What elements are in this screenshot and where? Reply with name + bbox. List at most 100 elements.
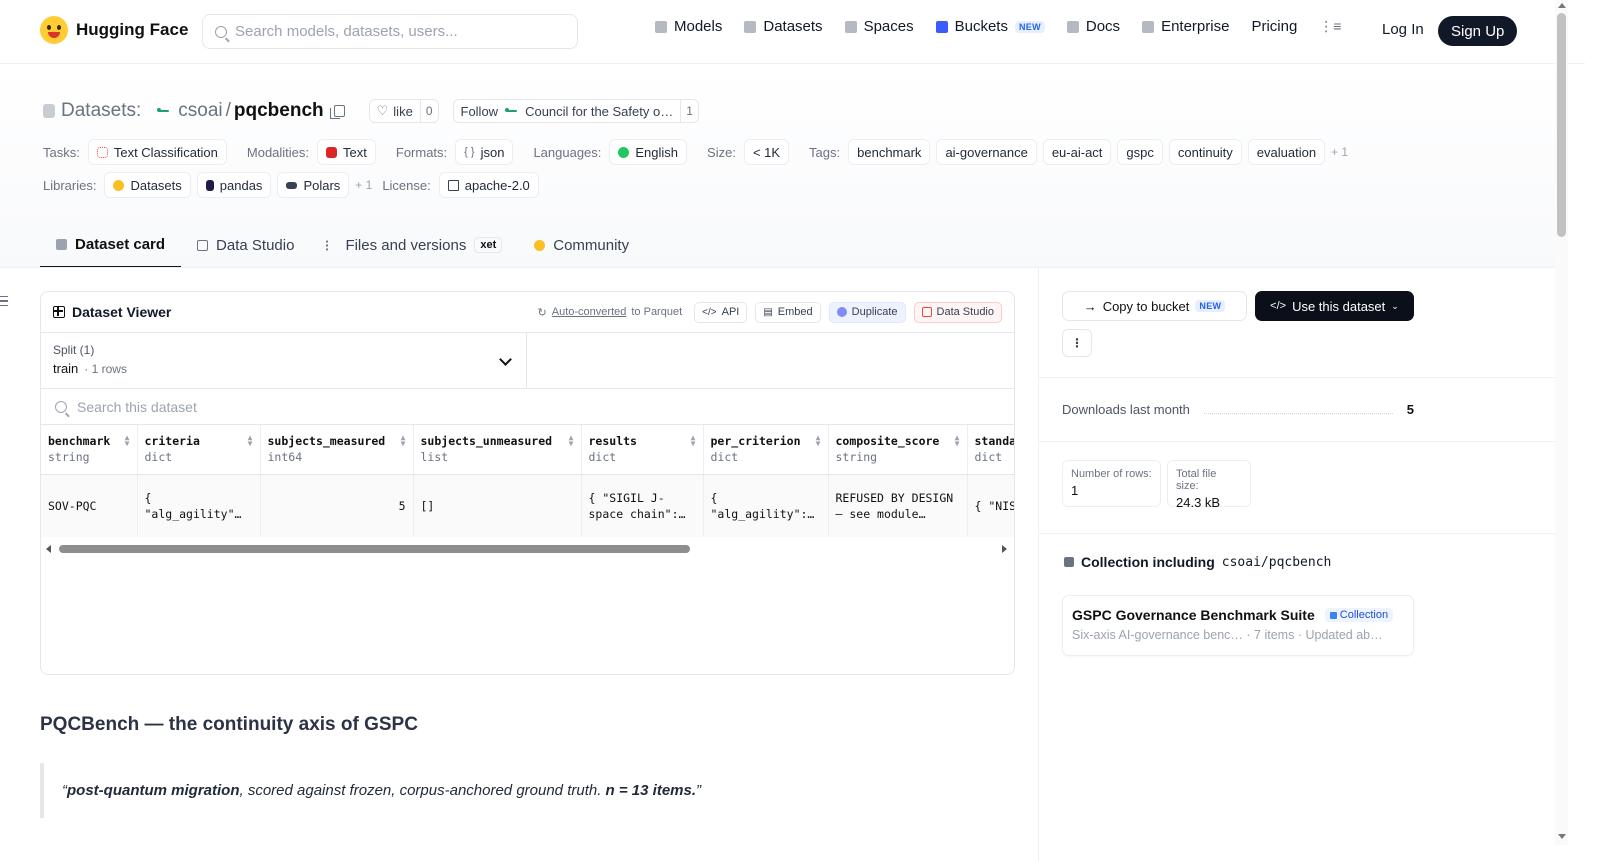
split-selector[interactable]: Split (1) train · 1 rows: [41, 333, 527, 388]
language-tag[interactable]: English: [609, 139, 688, 165]
more-menu-icon[interactable]: ⋮≡: [1319, 18, 1341, 35]
dataset-search-input[interactable]: Search this dataset: [41, 389, 1014, 425]
size-tag[interactable]: < 1K: [743, 139, 790, 165]
repo-type-link[interactable]: Datasets:: [61, 100, 141, 122]
scrollbar-thumb[interactable]: [59, 545, 690, 553]
tag-continuity[interactable]: continuity: [1168, 139, 1242, 165]
scroll-up-icon[interactable]: [1558, 3, 1566, 8]
column-header[interactable]: criteria dict ▲ ▼: [137, 425, 261, 475]
page-scrollbar[interactable]: [1555, 0, 1568, 845]
follow-button[interactable]: Follow Council for the Safety o… 1: [452, 99, 699, 123]
format-tag[interactable]: { } json: [455, 139, 514, 165]
tab-files-and-versions[interactable]: Files and versions xet: [310, 222, 518, 268]
tab-dataset-card[interactable]: Dataset card: [40, 222, 182, 268]
library-pandas[interactable]: pandas: [196, 172, 272, 198]
sort-icon[interactable]: ▲ ▼: [691, 434, 696, 448]
login-link[interactable]: Log In: [1382, 21, 1424, 38]
data-table-wrap: benchmark string ▲ ▼ criteria dict ▲ ▼ subject…: [41, 425, 1014, 537]
data-studio-button[interactable]: Data Studio: [913, 301, 1002, 323]
table-cell[interactable]: { "NIS "EdDSA: [967, 473, 1014, 537]
viewer-actions: ↻ Auto-converted to Parquet </> API ▤ Embed …: [538, 301, 1002, 323]
xet-badge: xet: [474, 237, 503, 253]
collection-card[interactable]: GSPC Governance Benchmark Suite Collecti…: [1062, 595, 1414, 656]
scroll-left-icon[interactable]: [46, 545, 51, 553]
sort-icon[interactable]: ▲ ▼: [248, 434, 253, 448]
license-tag[interactable]: apache-2.0: [438, 172, 539, 198]
table-cell[interactable]: SOV-PQC: [41, 473, 138, 537]
task-tag[interactable]: Text Classification: [87, 139, 227, 165]
data-studio-button-label: Data Studio: [936, 306, 994, 318]
data-studio-icon: [921, 307, 932, 317]
collection-meta: Six-axis AI-governance benc… · 7 items ·…: [1072, 628, 1404, 642]
embed-button[interactable]: ▤ Embed: [755, 301, 821, 323]
nav-buckets[interactable]: Buckets NEW: [935, 18, 1045, 35]
signup-button[interactable]: Sign Up: [1438, 16, 1518, 46]
tags-label: Tags:: [809, 144, 841, 160]
viewer-header: Dataset Viewer ↻ Auto-converted to Parquet…: [41, 292, 1014, 333]
nav-spaces[interactable]: Spaces: [844, 18, 914, 35]
tab-data-studio[interactable]: Data Studio: [181, 222, 310, 268]
duplicate-icon: [836, 307, 847, 317]
nav-datasets[interactable]: Datasets: [744, 18, 823, 35]
repo-owner-link[interactable]: csoai: [178, 100, 222, 122]
like-count: 0: [419, 100, 438, 122]
tag-benchmark[interactable]: benchmark: [848, 139, 931, 165]
tab-community[interactable]: Community: [518, 222, 645, 268]
nav-enterprise[interactable]: Enterprise: [1142, 18, 1229, 35]
column-header[interactable]: subjects_unmeasured list ▲ ▼: [413, 425, 582, 475]
sort-icon[interactable]: ▲ ▼: [401, 434, 406, 448]
column-header[interactable]: standa dict: [967, 425, 1014, 475]
column-header[interactable]: subjects_measured int64 ▲ ▼: [260, 425, 414, 475]
auto-converted-note: ↻ Auto-converted to Parquet: [538, 306, 683, 319]
column-type: string: [48, 450, 90, 464]
library-polars[interactable]: Polars: [277, 172, 350, 198]
tags-more[interactable]: + 1: [1331, 145, 1348, 159]
global-search-input[interactable]: Search models, datasets, users...: [202, 14, 578, 49]
file-size-value: 24.3 kB: [1176, 495, 1221, 510]
library-datasets[interactable]: Datasets: [104, 172, 191, 198]
repo-name[interactable]: pqcbench: [234, 100, 324, 122]
page-scrollbar-thumb[interactable]: [1557, 13, 1566, 237]
table-horizontal-scrollbar[interactable]: [41, 541, 1014, 557]
use-this-dataset-button[interactable]: </> Use this dataset ⌄: [1255, 291, 1414, 321]
tag-ai-governance[interactable]: ai-governance: [936, 139, 1037, 165]
table-cell[interactable]: { "SIGIL J-space chain":…: [581, 473, 704, 537]
column-header[interactable]: per_criterion dict ▲ ▼: [703, 425, 829, 475]
embed-button-label: Embed: [777, 306, 813, 318]
copy-to-bucket-button[interactable]: → Copy to bucket NEW: [1062, 291, 1247, 321]
duplicate-button[interactable]: Duplicate: [828, 301, 906, 323]
libraries-more[interactable]: + 1: [355, 178, 372, 192]
table-cell[interactable]: REFUSED BY DESIGN — see module…: [828, 473, 968, 537]
sort-icon[interactable]: ▲ ▼: [569, 434, 574, 448]
modality-tag[interactable]: Text: [317, 139, 376, 165]
scroll-right-icon[interactable]: [1002, 545, 1007, 553]
tag-eu-ai-act[interactable]: eu-ai-act: [1042, 139, 1112, 165]
auto-converted-link[interactable]: Auto-converted: [552, 306, 627, 318]
nav-models[interactable]: Models: [655, 18, 722, 35]
column-header[interactable]: composite_score string ▲ ▼: [828, 425, 968, 475]
sort-icon[interactable]: ▲ ▼: [816, 434, 821, 448]
table-cell[interactable]: { "alg_agility"…: [137, 473, 261, 537]
dataset-search-placeholder: Search this dataset: [77, 398, 197, 415]
table-row[interactable]: SOV-PQC { "alg_agility"… 5 [] { "SIGIL J…: [41, 473, 1014, 537]
nav-pricing[interactable]: Pricing: [1251, 18, 1297, 35]
column-header[interactable]: benchmark string ▲ ▼: [41, 425, 138, 475]
copy-icon[interactable]: [329, 105, 345, 119]
sort-icon[interactable]: ▲ ▼: [955, 434, 960, 448]
table-cell[interactable]: 5: [260, 473, 414, 537]
copy-to-bucket-label: Copy to bucket: [1102, 298, 1190, 314]
brand-logo[interactable]: Hugging Face: [40, 16, 188, 44]
like-button[interactable]: ♡ like 0: [368, 99, 439, 123]
table-cell[interactable]: []: [413, 473, 582, 537]
api-button[interactable]: </> API: [694, 301, 748, 323]
column-header[interactable]: results dict ▲ ▼: [581, 425, 704, 475]
toc-menu-icon[interactable]: [0, 296, 8, 306]
tag-gspc[interactable]: gspc: [1117, 139, 1163, 165]
table-cell[interactable]: { "alg_agility":…: [703, 473, 829, 537]
nav-docs[interactable]: Docs: [1066, 18, 1120, 35]
more-options-icon[interactable]: ⋮: [1062, 329, 1092, 357]
like-label: like: [393, 103, 413, 119]
scroll-down-icon[interactable]: [1558, 834, 1566, 839]
tag-evaluation[interactable]: evaluation: [1247, 139, 1326, 165]
sort-icon[interactable]: ▲ ▼: [125, 434, 130, 448]
